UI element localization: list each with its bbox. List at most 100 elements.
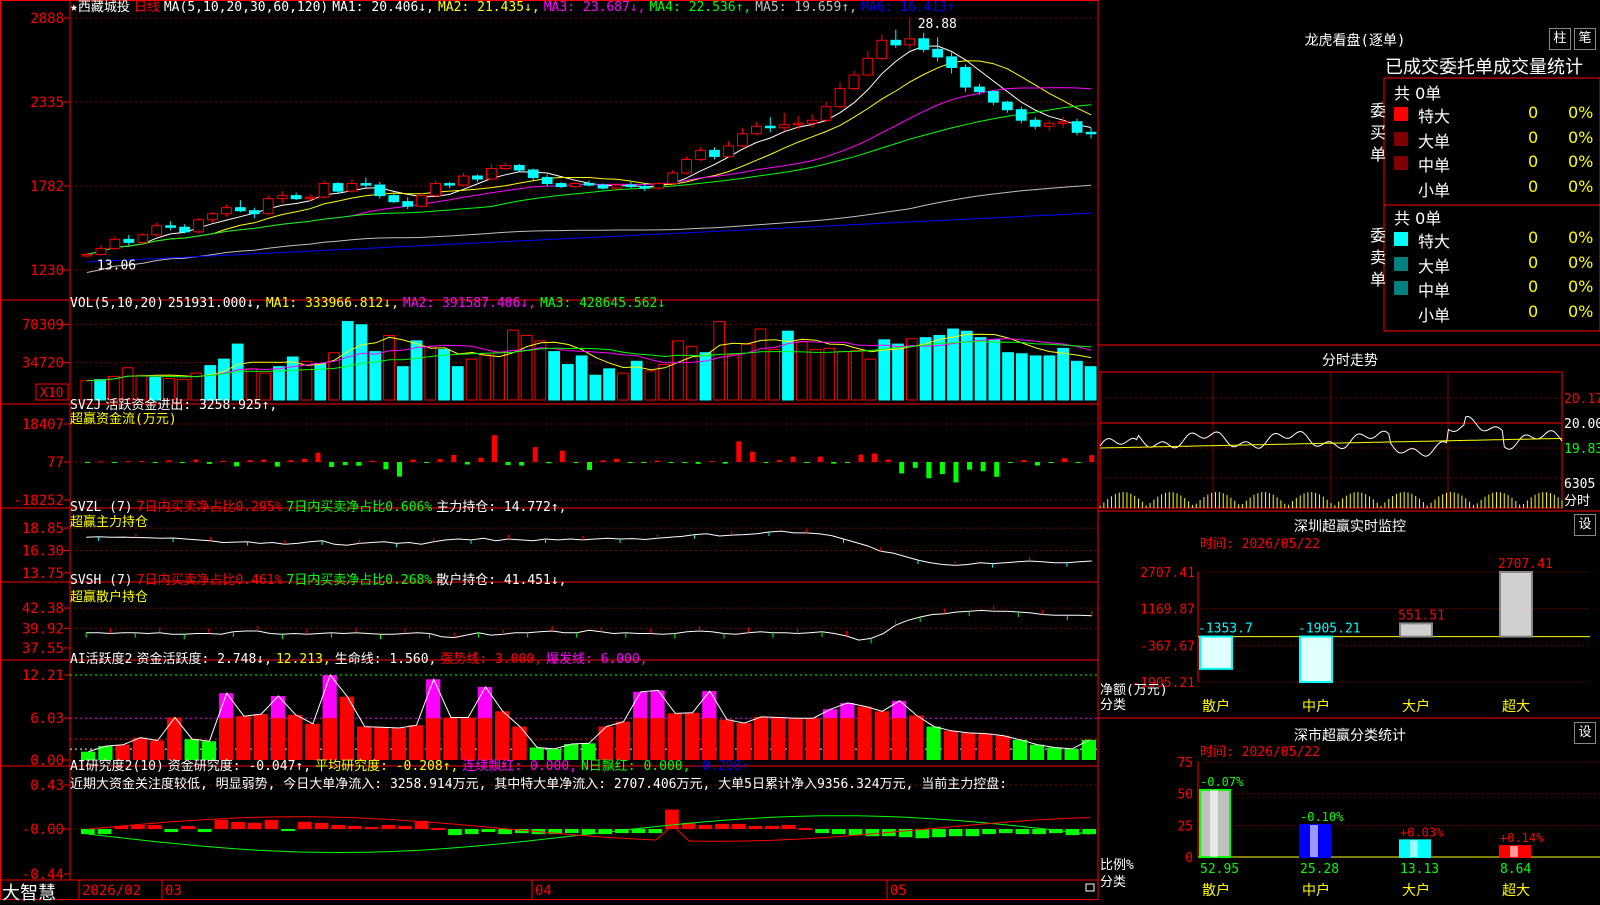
period-label[interactable]: 日线 <box>134 0 160 15</box>
sz-monitor-ylabel: 净额(万元) <box>1100 683 1168 698</box>
activity-bar-base <box>650 718 665 760</box>
flow-bar <box>559 450 565 462</box>
class-bar-highlight <box>1310 824 1318 857</box>
tick-mode-button[interactable]: 笔 <box>1574 28 1596 50</box>
volume-bar <box>286 356 299 401</box>
candle <box>165 225 177 228</box>
research-bar <box>831 829 846 835</box>
candle <box>723 145 734 157</box>
ai-research-l3: 连续飘红: 0.000, <box>462 759 577 774</box>
flow-bar <box>831 462 837 464</box>
volume-bar <box>1057 347 1069 401</box>
monitor-bar <box>1499 571 1533 638</box>
activity-bar-base <box>477 718 493 760</box>
research-bar <box>865 829 880 837</box>
sz-class-time: 时间: 2026/05/22 <box>1200 745 1320 760</box>
class-y-label: 50 <box>1177 788 1193 803</box>
flow-bar <box>1062 458 1068 462</box>
sz-monitor-settings-button[interactable]: 设 <box>1574 514 1596 536</box>
activity-bar <box>926 726 941 760</box>
candle <box>402 201 414 207</box>
research-bar <box>765 825 779 829</box>
row-name: 中单 <box>1418 156 1451 175</box>
flow-bar <box>396 462 402 477</box>
volume-bar <box>1029 355 1042 401</box>
volume-bar <box>575 355 588 401</box>
class-category: 超大 <box>1502 883 1530 899</box>
activity-bar-base <box>357 726 372 760</box>
candle <box>555 183 567 188</box>
class-change-label: -0.07% <box>1200 775 1244 789</box>
candle <box>1001 101 1013 111</box>
monitor-bar <box>1399 622 1433 638</box>
volume-bar <box>451 366 464 401</box>
y-tick-label: 0.43 <box>30 778 64 794</box>
candle <box>778 124 790 129</box>
flow-bar <box>872 453 878 462</box>
ma-line-6 <box>86 212 1092 263</box>
research-bar <box>297 821 312 829</box>
candle <box>750 125 762 135</box>
flow-bar <box>437 459 443 462</box>
activity-bar-base <box>840 718 855 760</box>
activity-bar-base <box>374 727 389 760</box>
bar-mode-button[interactable]: 柱 <box>1549 28 1571 50</box>
volume-bar <box>561 364 574 401</box>
volume-bar <box>259 372 272 401</box>
candle <box>597 184 609 189</box>
flow-bar <box>749 451 755 462</box>
svsh-subtitle: 超赢散户持仓 <box>70 590 149 605</box>
sell-row-2: 大单 0 0% <box>1392 253 1600 276</box>
flow-bar <box>179 462 185 463</box>
monitor-y-label: -367.67 <box>1140 639 1195 654</box>
buy-row-4: 小单 0 0% <box>1392 176 1600 200</box>
volume-bar <box>685 345 698 401</box>
activity-bar-base <box>667 718 682 760</box>
activity-bar-base <box>736 723 751 760</box>
flow-bar <box>844 462 850 463</box>
volume-bar <box>273 366 285 401</box>
flow-bar <box>587 462 592 470</box>
intraday-y-label: 20.00 <box>1564 417 1600 432</box>
flow-bar <box>424 462 430 463</box>
candle <box>374 184 386 197</box>
flow-bar <box>288 460 294 462</box>
flow-bar <box>98 461 104 463</box>
activity-bar-base <box>615 721 631 760</box>
research-bar <box>631 829 646 834</box>
activity-bar-base <box>891 718 907 760</box>
activity-bar-base <box>822 718 838 760</box>
flow-bar <box>654 460 660 462</box>
sz-class-settings-button[interactable]: 设 <box>1574 722 1596 744</box>
row-percent: 0% <box>1568 176 1594 196</box>
monitor-category: 大户 <box>1402 698 1430 715</box>
flow-bar <box>111 462 117 463</box>
class-bar-highlight <box>1210 789 1218 857</box>
legend-swatch <box>1394 156 1408 170</box>
activity-bar-base <box>805 718 820 760</box>
ai-activity-label: 资金活跃度: 2.748↓, <box>136 652 272 667</box>
ai-activity-l2: 12.213, <box>275 652 331 667</box>
ai-research-title: AI研究度2(10) <box>70 759 164 774</box>
candle <box>332 183 344 192</box>
y-tick-label: 18407 <box>22 417 64 433</box>
activity-bar-base <box>305 723 320 760</box>
candle <box>695 149 706 160</box>
ma-line-4 <box>86 104 1092 255</box>
research-bar <box>698 824 713 829</box>
svzj-title: SVZJ <box>70 398 102 413</box>
favorite-star-icon[interactable]: ★ <box>70 0 78 15</box>
sz-monitor-title: 深圳超赢实时监控 <box>1294 519 1406 535</box>
activity-bar <box>150 740 165 760</box>
class-value-label: 13.13 <box>1400 862 1439 877</box>
dragon-panel-title: 龙虎看盘(逐单) <box>1304 33 1406 49</box>
candle <box>932 48 944 58</box>
ai-activity-l4: 强势线: 3.000, <box>440 652 542 667</box>
candle <box>137 234 149 243</box>
candle <box>667 172 679 185</box>
ai-research-l2: 平均研究度: -0.208↑, <box>315 759 459 774</box>
activity-bar <box>995 735 1010 760</box>
ma-label-2: MA2: 21.435↓, <box>437 0 540 15</box>
sell-row-3: 中单 0 0% <box>1392 277 1600 300</box>
flow-bar <box>491 435 497 462</box>
